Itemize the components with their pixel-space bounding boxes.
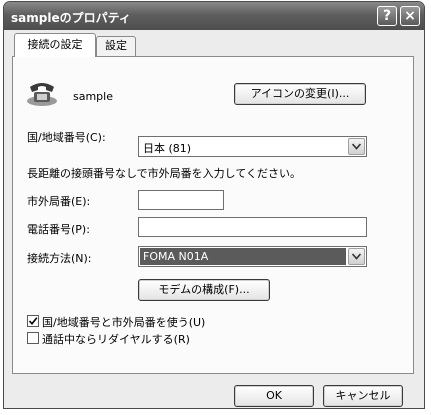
area-code-input[interactable]	[138, 190, 224, 210]
chevron-down-icon[interactable]	[348, 138, 365, 155]
modem-config-button[interactable]: モデムの構成(F)...	[138, 279, 270, 301]
country-label: 国/地域番号(C):	[27, 131, 106, 144]
cancel-button[interactable]: キャンセル	[323, 385, 403, 407]
close-button[interactable]: ×	[400, 6, 420, 26]
change-icon-button[interactable]: アイコンの変更(I)...	[234, 83, 366, 105]
country-select[interactable]: 日本 (81)	[138, 136, 367, 157]
connection-name: sample	[73, 90, 113, 103]
properties-dialog: sampleのプロパティ ? × 接続の設定 設定 sample アイコンの変更…	[3, 1, 425, 409]
tab-settings[interactable]: 設定	[96, 36, 136, 56]
phone-connection-icon	[25, 79, 59, 110]
phone-number-label: 電話番号(P):	[27, 223, 90, 236]
use-country-code-label[interactable]: 国/地域番号と市外局番を使う(U)	[42, 314, 205, 330]
connect-using-select[interactable]: FOMA N01A	[138, 246, 367, 267]
chevron-down-icon[interactable]	[348, 248, 365, 265]
redial-checkbox[interactable]	[27, 332, 39, 344]
title-bar[interactable]: sampleのプロパティ ? ×	[4, 2, 424, 30]
connect-using-value: FOMA N01A	[140, 248, 346, 265]
ok-button[interactable]: OK	[234, 385, 314, 407]
tab-connection-settings[interactable]: 接続の設定	[14, 33, 96, 57]
phone-number-input[interactable]	[138, 217, 367, 237]
connect-using-label: 接続方法(N):	[27, 252, 92, 265]
country-select-value: 日本 (81)	[143, 142, 192, 155]
window-title: sampleのプロパティ	[11, 11, 131, 25]
checkmark-icon	[28, 317, 38, 326]
help-button[interactable]: ?	[377, 6, 397, 26]
instruction-text: 長距離の接頭番号なしで市外局番を入力してください。	[27, 167, 302, 180]
redial-label[interactable]: 通話中ならリダイヤルする(R)	[42, 331, 190, 347]
area-code-label: 市外局番(E):	[27, 195, 91, 208]
tab-panel: sample アイコンの変更(I)... 国/地域番号(C): 日本 (81) …	[12, 56, 414, 374]
use-country-code-checkbox[interactable]	[27, 315, 39, 327]
